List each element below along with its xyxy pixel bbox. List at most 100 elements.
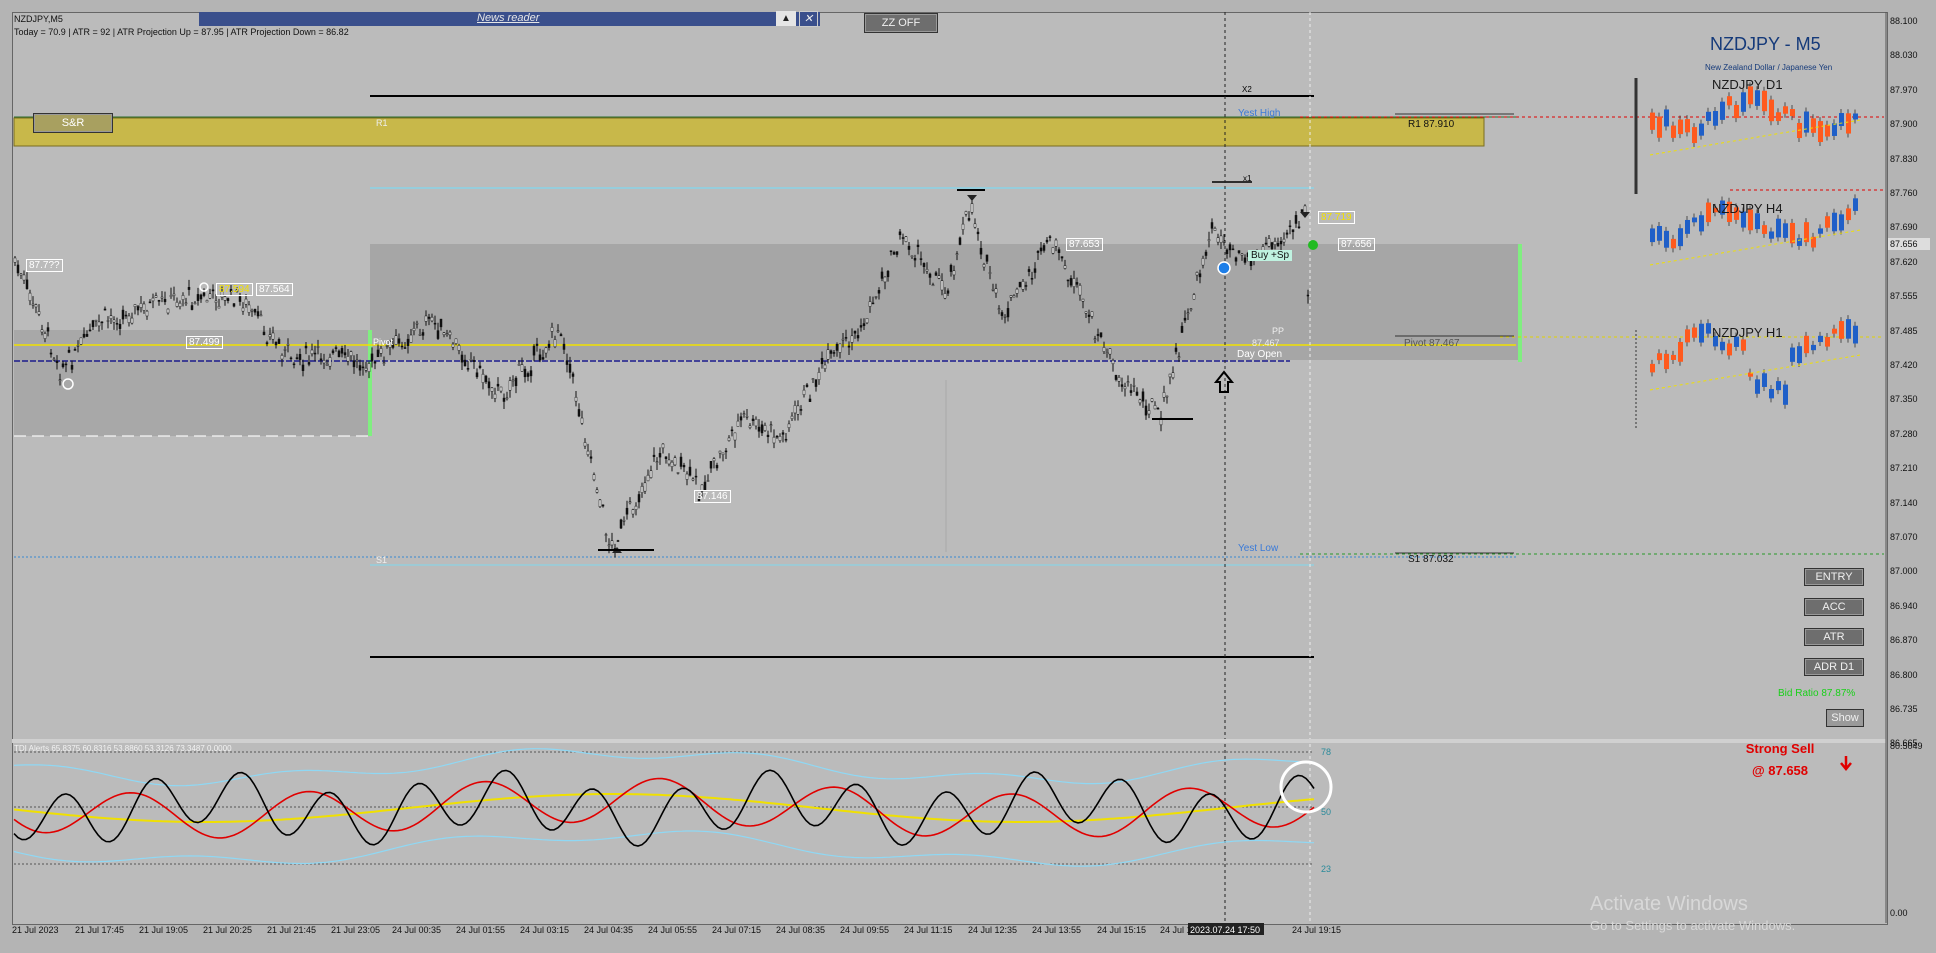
mini-charts (1634, 78, 1861, 430)
candle-body (151, 297, 155, 302)
candle-body (931, 284, 935, 287)
mini-candle (1811, 344, 1816, 351)
show-button[interactable]: Show (1826, 709, 1864, 727)
candle-body (865, 318, 869, 324)
candle-body (811, 378, 815, 380)
candle-body (415, 322, 419, 325)
candle-body (1012, 295, 1016, 298)
candle-body (709, 461, 713, 469)
osc-level-23: 23 (1321, 864, 1332, 874)
candle-body (1174, 347, 1178, 352)
candle-body (469, 359, 473, 361)
news-reader-bar[interactable]: News reader ▲ ✕ (199, 11, 820, 27)
candle-body (157, 299, 161, 302)
mini-candle (1734, 104, 1739, 119)
candle-body (1069, 278, 1073, 286)
candle-body (1171, 372, 1175, 379)
candle-body (1048, 236, 1052, 238)
candle-body (478, 365, 482, 368)
candle-body (1189, 308, 1193, 310)
candle-body (1216, 237, 1220, 243)
adr-d1-button[interactable]: ADR D1 (1804, 658, 1864, 676)
candle-body (1132, 385, 1136, 387)
bid-ratio-label: Bid Ratio 87.87% (1778, 688, 1856, 699)
candle-body (1102, 347, 1106, 352)
candle-body (340, 348, 344, 354)
candle-body (532, 345, 536, 356)
candle-body (979, 247, 983, 255)
candle-body (1135, 391, 1139, 396)
tdi-oscillator (13, 748, 1315, 867)
candle-body (772, 436, 776, 444)
candle-body (730, 429, 734, 432)
sr-button[interactable]: S&R (33, 113, 113, 133)
candle-body (292, 363, 296, 366)
candle-body (109, 315, 113, 319)
price-axis-label: 87.690 (1890, 222, 1918, 233)
candle-body (1060, 256, 1064, 259)
candle-body (217, 305, 221, 309)
price-chart-canvas (12, 12, 1930, 935)
candle-body (1063, 265, 1067, 269)
mini-candle (1678, 341, 1683, 362)
mini-candle (1713, 111, 1718, 126)
mini-candle (1727, 343, 1732, 356)
candle-body (472, 360, 476, 362)
price-tag: 87.564 (256, 283, 293, 296)
candle-body (556, 330, 560, 332)
mini-candle (1671, 238, 1676, 249)
candle-body (655, 461, 659, 463)
mini-candle (1706, 323, 1711, 334)
entry-button[interactable]: ENTRY (1804, 568, 1864, 586)
zz-off-button[interactable]: ZZ OFF (864, 13, 938, 33)
candle-body (793, 405, 797, 414)
osc-level-50: 50 (1321, 807, 1332, 817)
mini-candle (1664, 109, 1669, 127)
close-icon[interactable]: ✕ (799, 11, 818, 27)
mini-candle (1790, 347, 1795, 362)
candle-body (1003, 316, 1007, 318)
candle-body (1162, 392, 1166, 398)
candle-body (1228, 244, 1232, 251)
watermark-title: Activate Windows (1590, 893, 1748, 915)
candle-body (1117, 377, 1121, 382)
candle-body (505, 397, 509, 400)
candle-body (223, 296, 227, 301)
atr-button[interactable]: ATR (1804, 628, 1864, 646)
candle-body (805, 384, 809, 387)
candle-body (883, 276, 887, 283)
collapse-icon[interactable]: ▲ (776, 11, 796, 26)
candle-body (406, 338, 410, 346)
time-axis-label: 24 Jul 07:15 (712, 925, 762, 935)
candle-body (1066, 279, 1070, 282)
candle-body (1204, 251, 1208, 256)
price-tag: 87.653 (1066, 238, 1103, 251)
candle-body (664, 456, 668, 459)
mini-candle (1776, 381, 1781, 391)
candle-body (475, 372, 479, 378)
buy-sp-badge: Buy +Sp (1248, 250, 1293, 261)
acc-button[interactable]: ACC (1804, 598, 1864, 616)
candle-body (31, 303, 35, 306)
price-axis-label: 87.900 (1890, 119, 1918, 130)
candle-body (64, 363, 68, 366)
mini-candle (1650, 228, 1655, 243)
time-axis-label: 24 Jul 00:35 (392, 925, 442, 935)
price-tag: 87.656 (1338, 238, 1375, 251)
candle-body (154, 295, 158, 298)
price-axis-label: 87.420 (1890, 360, 1918, 370)
time-axis-label: 24 Jul 15:15 (1097, 925, 1147, 935)
candle-body (508, 380, 512, 391)
candle-body (754, 418, 758, 427)
candle-body (139, 302, 143, 308)
mini-candle (1846, 113, 1851, 134)
candle-body (148, 301, 152, 304)
candle-body (52, 358, 56, 361)
time-axis-label: 24 Jul 12:35 (968, 925, 1018, 935)
candle-body (403, 347, 407, 349)
price-tag: 87.594 (216, 283, 253, 296)
candle-body (1090, 311, 1094, 317)
candle-body (496, 383, 500, 387)
candle-body (526, 373, 530, 377)
candle-body (367, 363, 371, 372)
